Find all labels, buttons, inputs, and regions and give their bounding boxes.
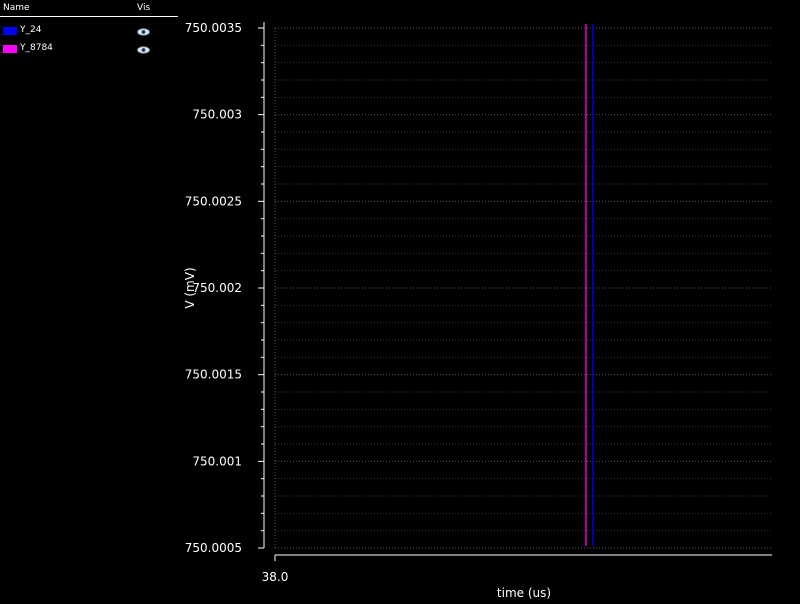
x-axis-label: time (us) [497, 586, 551, 600]
y-tick-label: 750.0015 [185, 368, 242, 382]
x-tick-label: 38.0 [262, 570, 289, 584]
series-layer [585, 24, 594, 546]
grid-layer [275, 27, 772, 549]
y-tick-label: 750.0025 [185, 194, 242, 208]
y-tick-label: 750.0005 [185, 541, 242, 555]
y-tick-label: 750.001 [192, 454, 242, 468]
tick-layer: 750.0035 750.003 750.0025 750.002 750.0015 75… [185, 21, 289, 584]
y-tick-label: 750.003 [192, 108, 242, 122]
y-axis-label: V (mV) [183, 267, 197, 308]
y-tick-label: 750.002 [192, 281, 242, 295]
waveform-chart[interactable]: 750.0035 750.003 750.0025 750.002 750.0015 75… [0, 0, 800, 600]
y-tick-label: 750.0035 [185, 21, 242, 35]
plot-area[interactable]: 750.0035 750.003 750.0025 750.002 750.0015 75… [0, 0, 800, 600]
